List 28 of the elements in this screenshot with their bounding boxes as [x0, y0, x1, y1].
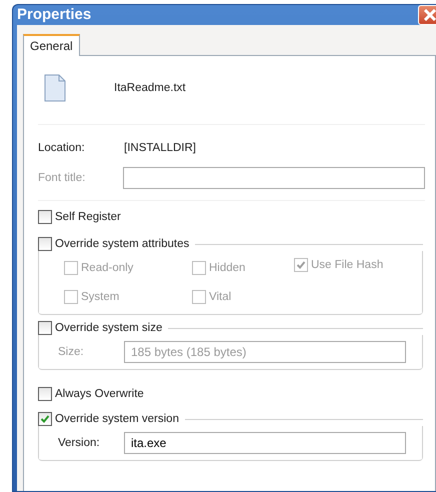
file-name: ItaReadme.txt	[114, 81, 186, 95]
checkbox[interactable]	[38, 321, 52, 335]
window-title: Properties	[17, 8, 92, 22]
file-icon	[44, 74, 66, 102]
checkbox[interactable]	[38, 210, 52, 224]
close-icon	[424, 9, 436, 21]
checkbox[interactable]	[38, 387, 52, 401]
checkbox-label: Override system attributes	[55, 237, 190, 251]
field-label: Size:	[58, 345, 85, 359]
checkbox-label: Read-only	[81, 261, 134, 275]
checkbox-label: Self Register	[55, 210, 121, 224]
location-value: [INSTALLDIR]	[124, 141, 196, 155]
field-label: Version:	[58, 436, 101, 450]
checkbox-label: Use File Hash	[311, 258, 384, 272]
checkbox[interactable]	[38, 237, 52, 251]
checkbox-label: Vital	[209, 290, 232, 304]
tab[interactable]: General	[23, 34, 80, 56]
checkbox[interactable]	[38, 412, 52, 426]
checkbox-label: Override system size	[55, 321, 162, 335]
close-button[interactable]	[418, 5, 436, 25]
field-label: Location:	[38, 141, 86, 155]
field-label: Font title:	[38, 171, 86, 185]
text-field[interactable]: ita.exe	[124, 432, 406, 454]
checkbox-label: Override system version	[55, 412, 179, 426]
checkbox-label: Always Overwrite	[55, 387, 144, 401]
checkbox-label: System	[81, 290, 120, 304]
font-title-field[interactable]	[122, 167, 425, 189]
checkbox-label: Hidden	[209, 261, 246, 275]
